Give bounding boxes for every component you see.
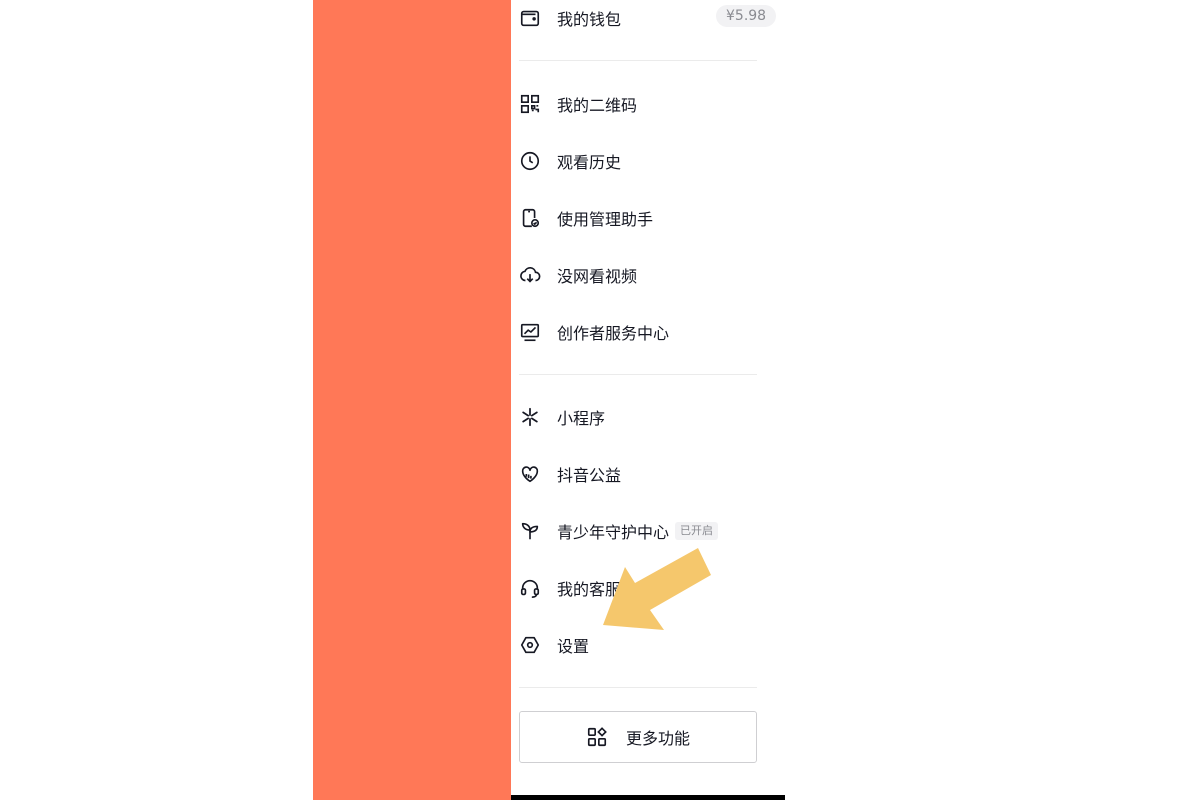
menu-label: 没网看视频 [557,267,638,286]
sprout-icon [518,519,542,543]
divider [519,374,757,375]
menu-label: 使用管理助手 [557,210,654,229]
menu-item-offline-video[interactable]: 没网看视频 [518,255,768,295]
apps-grid-icon [587,727,607,747]
side-drawer: 我的钱包 ¥5.98 我的二维码 观看历史 使用管理助手 没网看视频 创作者服务… [511,0,785,795]
more-features-label: 更多功能 [625,729,690,748]
divider [519,687,757,688]
menu-item-wallet[interactable]: 我的钱包 ¥5.98 [518,0,777,38]
status-badge: 已开启 [675,522,719,540]
menu-item-settings[interactable]: 设置 [518,625,768,665]
settings-hex-icon [518,633,542,657]
menu-label: 我的客服 [557,580,622,599]
phone-check-icon [518,206,542,230]
wallet-balance-badge: ¥5.98 [716,5,777,27]
menu-label: 我的钱包 [557,10,622,29]
headset-icon [518,576,542,600]
menu-label: 我的二维码 [557,96,638,115]
menu-item-customer-service[interactable]: 我的客服 [518,568,768,608]
menu-item-usage-assistant[interactable]: 使用管理助手 [518,198,768,238]
clock-icon [518,149,542,173]
cloud-download-icon [518,263,542,287]
background-panel[interactable] [313,0,511,800]
more-features-button[interactable]: 更多功能 [519,711,757,763]
qr-code-icon [518,92,542,116]
menu-item-mini-programs[interactable]: 小程序 [518,397,768,437]
chart-monitor-icon [518,320,542,344]
menu-label: 抖音公益 [557,466,622,485]
menu-label: 小程序 [557,409,606,428]
asterisk-icon [518,405,542,429]
menu-item-charity[interactable]: 抖音公益 [518,454,768,494]
divider [519,60,757,61]
menu-label: 创作者服务中心 [557,324,670,343]
menu-item-qr-code[interactable]: 我的二维码 [518,84,768,124]
heart-hand-icon [518,462,542,486]
home-indicator-bar [511,795,785,800]
menu-item-watch-history[interactable]: 观看历史 [518,141,768,181]
menu-item-creator-center[interactable]: 创作者服务中心 [518,312,768,352]
menu-label: 青少年守护中心 [557,523,670,542]
wallet-icon [518,6,542,30]
menu-item-youth-protection[interactable]: 青少年守护中心 已开启 [518,511,768,551]
menu-label: 观看历史 [557,153,622,172]
menu-label: 设置 [557,637,590,656]
